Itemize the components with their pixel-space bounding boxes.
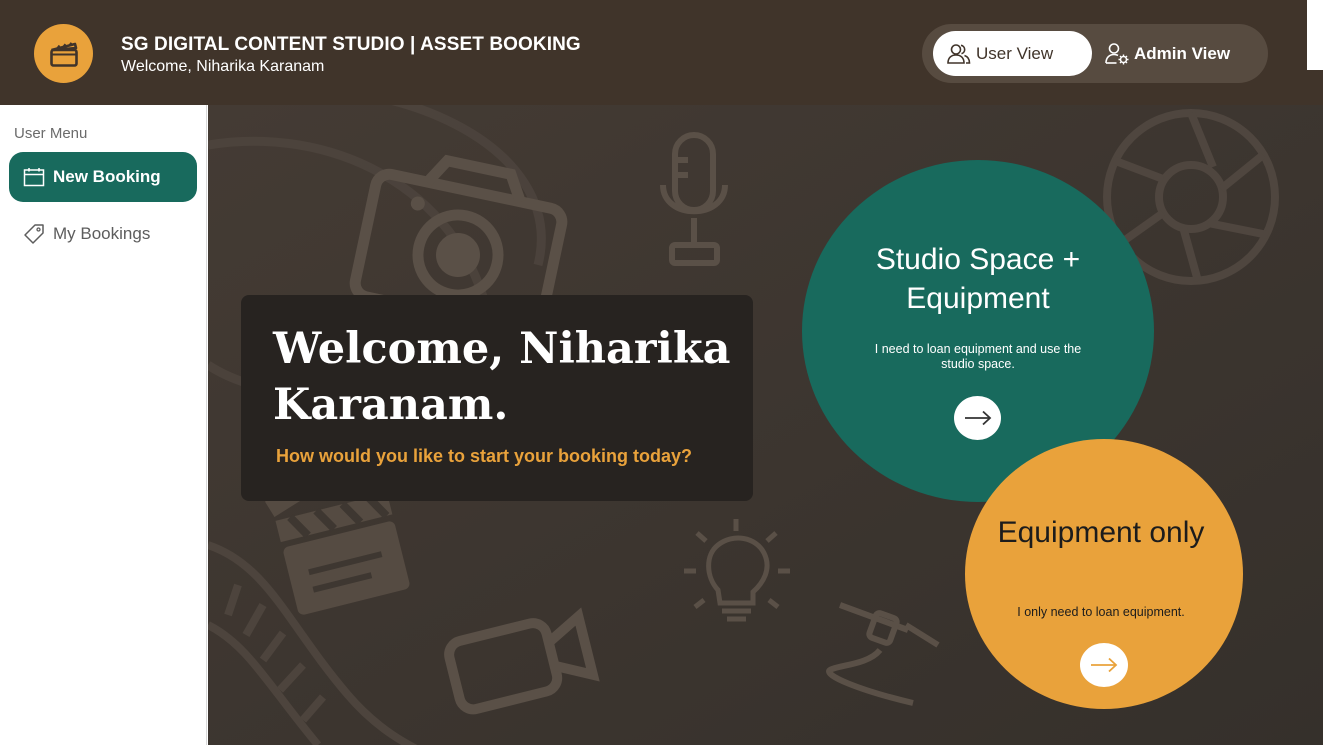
sidebar: User Menu New Booking My Bookings (0, 105, 207, 745)
sidebar-item-my-bookings[interactable]: My Bookings (9, 209, 197, 259)
tag-icon (24, 224, 44, 244)
app-header: SG DIGITAL CONTENT STUDIO | ASSET BOOKIN… (0, 0, 1323, 105)
clapperboard-icon (49, 41, 78, 67)
admin-view-label: Admin View (1134, 43, 1231, 63)
user-menu-label: User Menu (14, 125, 88, 142)
hero-panel: Welcome, Niharika Karanam. How would you… (208, 105, 1323, 745)
user-view-label: User View (976, 43, 1054, 63)
welcome-user-text: Welcome, Niharika Karanam (121, 58, 325, 75)
users-icon (947, 43, 971, 64)
header-edge (1307, 0, 1323, 70)
sidebar-item-new-booking[interactable]: New Booking (9, 152, 197, 202)
app-title: SG DIGITAL CONTENT STUDIO | ASSET BOOKIN… (121, 34, 581, 55)
arrow-right-icon (964, 410, 991, 426)
welcome-prompt: How would you like to start your booking… (276, 446, 693, 466)
app-logo (34, 24, 93, 83)
view-toggle: User View Admin View (922, 24, 1268, 83)
welcome-card: Welcome, Niharika Karanam. How would you… (241, 295, 753, 501)
welcome-heading: Welcome, Niharika Karanam. (273, 324, 731, 430)
calendar-icon (23, 168, 45, 187)
equipment-only-arrow-button[interactable] (1080, 643, 1128, 687)
user-view-button[interactable]: User View (933, 31, 1092, 76)
sidebar-item-label: My Bookings (53, 224, 151, 243)
option-description: I need to loan equipment and use the stu… (874, 342, 1082, 371)
studio-equipment-arrow-button[interactable] (954, 396, 1001, 440)
sidebar-item-label: New Booking (53, 167, 161, 186)
user-settings-icon (1105, 42, 1129, 64)
option-equipment-only[interactable]: Equipment only I only need to loan equip… (965, 439, 1243, 709)
option-title: Studio Space + Equipment (875, 243, 1081, 315)
option-title: Equipment only (997, 516, 1205, 549)
arrow-right-icon (1091, 657, 1118, 673)
admin-view-button[interactable]: Admin View (1104, 31, 1254, 76)
option-description: I only need to loan equipment. (1017, 605, 1185, 619)
